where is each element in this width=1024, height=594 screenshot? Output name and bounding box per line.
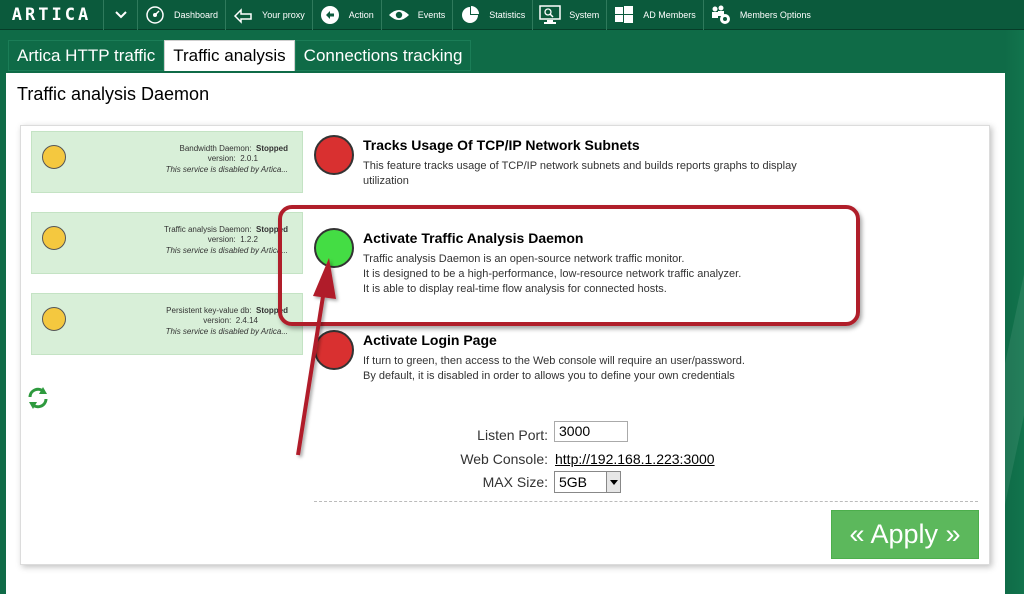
web-console-link[interactable]: http://192.168.1.223:3000	[555, 451, 715, 467]
service-name: Traffic analysis Daemon:	[163, 225, 252, 234]
nav-label: Action	[348, 9, 374, 20]
status-dot	[42, 226, 66, 250]
right-decoration	[956, 30, 1024, 594]
nav-label: AD Members	[643, 9, 696, 20]
artica-logo[interactable]: ARTICA	[0, 0, 104, 30]
proxy-icon	[232, 4, 254, 26]
tab-traffic-analysis[interactable]: Traffic analysis	[164, 40, 295, 71]
page-title: Traffic analysis Daemon	[17, 84, 210, 104]
feature-description: This feature tracks usage of TCP/IP netw…	[363, 159, 797, 189]
version-label: version:	[207, 235, 236, 244]
app-root: ARTICA Dashboard Your proxy Action Event…	[0, 0, 1024, 594]
status-dot	[42, 145, 66, 169]
max-size-value: 5GB	[559, 474, 588, 490]
service-version: 2.4.14	[235, 316, 258, 325]
nav-members-options[interactable]: Members Options	[704, 0, 818, 30]
max-size-label: MAX Size:	[482, 474, 548, 490]
service-version: 1.2.2	[240, 235, 258, 244]
nav-system[interactable]: System	[533, 0, 608, 30]
service-card-bandwidth: Bandwidth Daemon: Stopped version: 2.0.1…	[31, 131, 303, 193]
version-label: version:	[203, 316, 232, 325]
monitor-icon	[539, 4, 562, 26]
nav-ad-members[interactable]: AD Members	[607, 0, 704, 30]
service-status: Stopped	[256, 144, 288, 153]
tab-connections-tracking[interactable]: Connections tracking	[294, 40, 472, 71]
service-version: 2.0.1	[240, 154, 258, 163]
feature-toggle-off[interactable]	[314, 330, 354, 370]
service-name: Persistent key-value db:	[166, 306, 252, 315]
tab-bar: Artica HTTP traffic Traffic analysis Con…	[8, 40, 472, 71]
top-navbar: ARTICA Dashboard Your proxy Action Event…	[0, 0, 1024, 30]
service-card-traffic-analysis: Traffic analysis Daemon: Stopped version…	[31, 212, 303, 274]
dropdown-arrow-icon	[606, 472, 620, 492]
nav-label: Dashboard	[174, 9, 219, 20]
desc-line: If turn to green, then access to the Web…	[363, 355, 745, 367]
max-size-select[interactable]: 5GB	[554, 471, 621, 493]
nav-events[interactable]: Events	[382, 0, 454, 30]
web-console-label: Web Console:	[460, 451, 548, 467]
menu-toggle-button[interactable]	[104, 0, 138, 30]
feature-description: If turn to green, then access to the Web…	[363, 354, 745, 384]
nav-label: Members Options	[739, 9, 811, 20]
nav-your-proxy[interactable]: Your proxy	[226, 0, 313, 30]
chevron-down-icon	[114, 10, 127, 18]
service-note: This service is disabled by Artica...	[165, 327, 288, 336]
listen-port-input[interactable]: 3000	[554, 421, 628, 442]
nav-label: System	[569, 9, 600, 20]
service-name: Bandwidth Daemon:	[179, 144, 252, 153]
desc-line: utilization	[363, 175, 409, 187]
annotation-callout-box	[278, 205, 860, 326]
nav-label: Events	[417, 9, 446, 20]
desc-line: By default, it is disabled in order to a…	[363, 370, 735, 382]
service-card-persistent-db: Persistent key-value db: Stopped version…	[31, 293, 303, 355]
eye-icon	[388, 4, 410, 26]
nav-dashboard[interactable]: Dashboard	[138, 0, 227, 30]
dashboard-icon	[144, 4, 166, 26]
feature-toggle-off[interactable]	[314, 135, 354, 175]
divider	[314, 501, 978, 502]
service-note: This service is disabled by Artica...	[165, 165, 288, 174]
refresh-icon[interactable]	[26, 386, 50, 410]
service-note: This service is disabled by Artica...	[165, 246, 288, 255]
apply-button[interactable]: « Apply »	[831, 510, 979, 559]
desc-line: This feature tracks usage of TCP/IP netw…	[363, 160, 797, 172]
listen-port-label: Listen Port:	[477, 427, 548, 443]
feature-title: Tracks Usage Of TCP/IP Network Subnets	[363, 137, 640, 153]
status-dot	[42, 307, 66, 331]
nav-statistics[interactable]: Statistics	[453, 0, 534, 30]
nav-label: Your proxy	[262, 9, 305, 20]
pie-chart-icon	[459, 4, 481, 26]
nav-label: Statistics	[489, 9, 526, 20]
version-label: version:	[207, 154, 236, 163]
feature-title: Activate Login Page	[363, 332, 497, 348]
tab-artica-http-traffic[interactable]: Artica HTTP traffic	[8, 40, 165, 71]
nav-action[interactable]: Action	[313, 0, 382, 30]
windows-icon	[613, 4, 635, 26]
members-gear-icon	[710, 4, 732, 26]
action-icon	[319, 4, 341, 26]
